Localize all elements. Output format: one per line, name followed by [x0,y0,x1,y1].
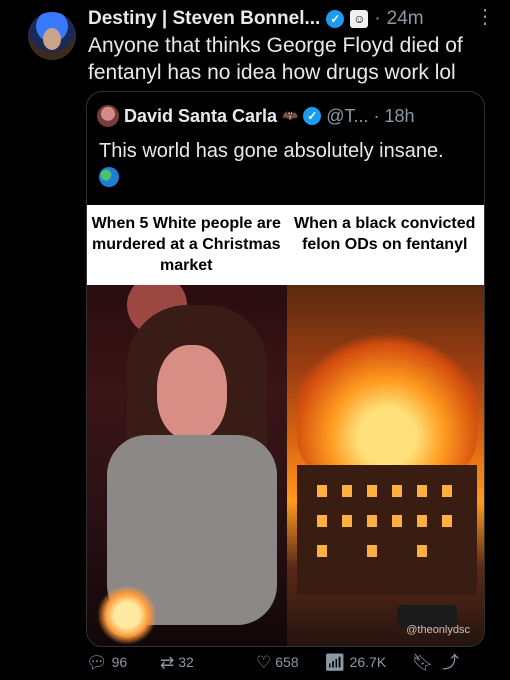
fire-flames [297,325,477,485]
tweet-header: Destiny | Steven Bonnel... ✓ ☺ · 24m [88,6,498,32]
avatar-face [43,28,61,50]
verified-badge-icon: ✓ [326,10,345,28]
building-window [392,515,402,527]
woman-face [157,345,227,440]
author-avatar[interactable] [28,12,76,60]
like-count: 658 [275,654,299,670]
globe-emoji-icon [99,167,119,187]
share-button[interactable]: ⤴ [442,654,472,671]
quote-author-avatar[interactable] [97,105,119,127]
quoted-tweet[interactable]: David Santa Carla 🦇 ✓ @T... · 18h This w… [86,91,485,647]
building-window [317,485,327,497]
quote-header: David Santa Carla 🦇 ✓ @T... · 18h [97,104,474,128]
bookmark-icon: 🔖︎ [412,652,434,672]
building-window [367,485,377,497]
reply-count: 96 [111,654,128,670]
reply-button[interactable]: 💬︎ 96 [86,654,160,671]
repost-button[interactable]: ⇄ 32 [160,654,256,671]
quote-handle: @T... [326,105,369,126]
like-icon: ♡ [256,652,272,672]
action-bar: 💬︎ 96 ⇄ 32 ♡ 658 📶︎ 26.7K 🔖︎ ⤴ [86,650,486,674]
quote-media-image[interactable]: When 5 White people are murdered at a Ch… [87,205,484,646]
tweet-text: Anyone that thinks George Floyd died of … [88,34,463,84]
photo-burning-building: @theonlydsc [287,285,484,646]
photo-mourning-woman [87,285,287,646]
candle-glow [97,585,157,645]
repost-count: 32 [178,654,194,670]
building-window [317,545,327,557]
building-window [342,515,352,527]
caption-right: When a black convicted felon ODs on fent… [294,215,476,253]
building-window [342,485,352,497]
caption-left: When 5 White people are murdered at a Ch… [91,215,281,274]
views-icon: 📶︎ [324,652,346,672]
building-window [367,515,377,527]
repost-icon: ⇄ [160,652,175,672]
building-window [442,485,452,497]
building-window [367,545,377,557]
share-icon: ⤴ [442,652,459,672]
bat-icon: 🦇 [282,108,299,123]
building-window [392,485,402,497]
quote-text-body: This world has gone absolutely insane. [99,140,444,162]
affiliate-badge-icon[interactable]: ☺ [350,10,369,28]
tweet-time[interactable]: 24m [387,8,424,30]
author-name[interactable]: Destiny | Steven Bonnel... [88,8,320,30]
building-window [442,515,452,527]
image-watermark: @theonlydsc [406,624,470,636]
building-window [417,515,427,527]
reply-icon: 💬︎ [86,652,108,672]
views-button[interactable]: 📶︎ 26.7K [324,654,412,671]
building-window [417,545,427,557]
separator-dot: · [374,8,381,29]
quote-author-name[interactable]: David Santa Carla [124,106,277,127]
views-count: 26.7K [349,654,387,670]
quote-separator-dot: · [373,105,380,126]
building [297,465,477,595]
building-window [317,515,327,527]
quote-verified-badge-icon: ✓ [303,107,322,125]
more-icon[interactable]: ⋮ [475,4,496,29]
quote-text: This world has gone absolutely insane. [99,138,459,192]
bookmark-button[interactable]: 🔖︎ [412,654,442,671]
like-button[interactable]: ♡ 658 [256,654,324,671]
building-window [417,485,427,497]
meme-caption-bar: When 5 White people are murdered at a Ch… [87,205,484,285]
quote-time: 18h [384,105,415,126]
